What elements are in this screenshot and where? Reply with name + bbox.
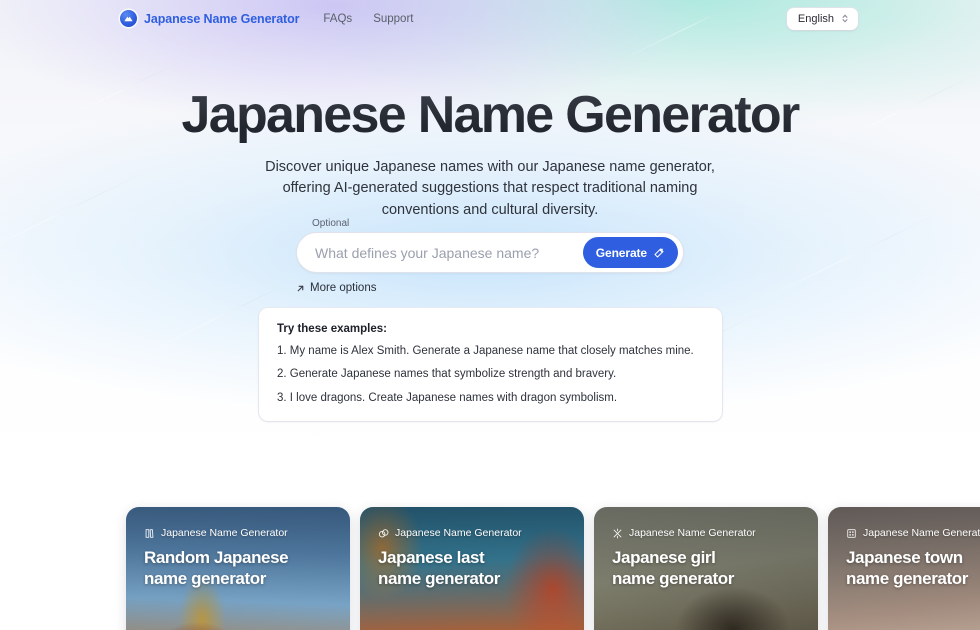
nav-link-support[interactable]: Support xyxy=(373,13,413,25)
arrow-up-right-icon xyxy=(297,285,304,291)
card-eyebrow-text: Japanese Name Generator xyxy=(629,527,756,539)
nav-link-faqs[interactable]: FAQs xyxy=(323,13,352,25)
generator-card[interactable]: Japanese Name Generator Random Japanese … xyxy=(126,507,350,630)
card-eyebrow: Japanese Name Generator xyxy=(378,527,566,539)
grid-dots-icon xyxy=(847,528,856,538)
generator-cards-row: Japanese Name Generator Random Japanese … xyxy=(0,507,980,630)
card-title: Japanese girl name generator xyxy=(612,548,734,589)
card-eyebrow-text: Japanese Name Generator xyxy=(395,527,522,539)
generate-button-label: Generate xyxy=(595,245,647,260)
card-title: Japanese town name generator xyxy=(846,548,968,589)
nav-links: FAQs Support xyxy=(323,13,413,25)
example-item[interactable]: 1. My name is Alex Smith. Generate a Jap… xyxy=(277,344,704,358)
card-title: Random Japanese name generator xyxy=(144,548,289,589)
generate-button[interactable]: Generate xyxy=(582,237,678,268)
examples-title: Try these examples: xyxy=(277,323,387,335)
top-navigation: Japanese Name Generator FAQs Support Eng… xyxy=(0,0,980,37)
magic-wand-icon xyxy=(654,247,664,257)
card-eyebrow-text: Japanese Name Generator xyxy=(863,527,980,539)
more-options-label: More options xyxy=(310,282,377,294)
prompt-input[interactable] xyxy=(297,244,583,261)
sparkle-cross-icon xyxy=(613,528,622,538)
language-selector-label: English xyxy=(797,12,834,25)
generator-card[interactable]: Japanese Name Generator Japanese town na… xyxy=(828,507,980,630)
prompt-input-container[interactable]: Generate xyxy=(296,232,684,273)
hero-subtitle: Discover unique Japanese names with our … xyxy=(265,159,715,218)
card-eyebrow: Japanese Name Generator xyxy=(612,527,800,539)
page-root: Japanese Name Generator FAQs Support Eng… xyxy=(0,0,980,630)
book-icon xyxy=(145,528,154,538)
card-title: Japanese last name generator xyxy=(378,548,500,589)
card-eyebrow-text: Japanese Name Generator xyxy=(161,527,288,539)
more-options-button[interactable]: More options xyxy=(296,282,684,294)
chevron-up-down-icon xyxy=(842,14,848,23)
example-item[interactable]: 3. I love dragons. Create Japanese names… xyxy=(277,391,704,405)
language-selector[interactable]: English xyxy=(786,7,858,30)
generator-card[interactable]: Japanese Name Generator Japanese last na… xyxy=(360,507,584,630)
rings-icon xyxy=(378,528,389,537)
optional-label: Optional xyxy=(312,218,350,229)
card-eyebrow: Japanese Name Generator xyxy=(144,527,332,539)
mount-fuji-circle-icon xyxy=(120,10,137,27)
generator-form: Optional Generate More options xyxy=(296,218,684,294)
brand-logo[interactable]: Japanese Name Generator xyxy=(120,10,300,27)
examples-card: Try these examples: 1. My name is Alex S… xyxy=(259,308,722,422)
card-eyebrow: Japanese Name Generator xyxy=(846,527,980,539)
example-item[interactable]: 2. Generate Japanese names that symboliz… xyxy=(277,367,704,381)
brand-name: Japanese Name Generator xyxy=(144,11,300,26)
generator-card[interactable]: Japanese Name Generator Japanese girl na… xyxy=(594,507,818,630)
page-title: Japanese Name Generator xyxy=(0,87,980,143)
